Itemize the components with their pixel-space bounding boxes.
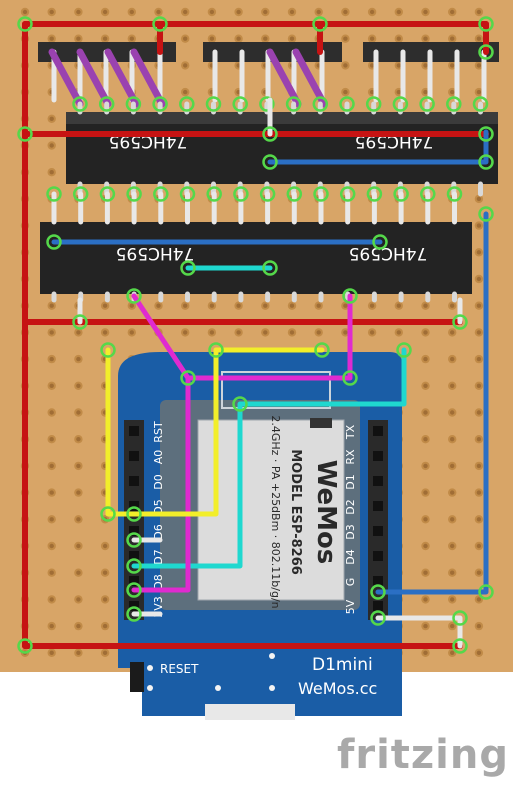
module-pin-left-label: D0 <box>152 474 165 489</box>
module-pin-right-label: TX <box>344 424 357 440</box>
ic-bottom: 74HC595 74HC595 <box>40 222 472 294</box>
module-pin-left-label: D6 <box>152 524 165 539</box>
wemos-d1-mini: WeMos MODEL ESP-8266 2.4GHz · PA +25dBm … <box>118 352 402 720</box>
reset-label: RESET <box>160 662 199 676</box>
module-shield-brand: WeMos <box>311 460 341 565</box>
module-pin-left-label: D8 <box>152 574 165 589</box>
ic-bottom-label-a: 74HC595 <box>116 243 195 263</box>
module-pin-right-label: RX <box>344 449 357 465</box>
module-pin-left-label: D7 <box>152 549 165 564</box>
module-pin-right-label: D4 <box>344 549 357 564</box>
ic-top: 74HC595 74HC595 <box>66 112 498 184</box>
module-shield-specs: 2.4GHz · PA +25dBm · 802.11b/g/n <box>269 415 282 608</box>
module-pin-right-label: D2 <box>344 499 357 514</box>
module-shield-model: MODEL ESP-8266 <box>288 449 303 575</box>
module-pin-right-label: 5V <box>344 599 357 614</box>
module-pin-left-label: RST <box>152 421 165 443</box>
module-pin-right-label: D1 <box>344 474 357 489</box>
module-pin-right-label: D3 <box>344 524 357 539</box>
module-pin-left-label: A0 <box>152 450 165 465</box>
circuit-diagram: 74HC595 74HC595 74HC595 74HC595 WeMos MO… <box>0 0 513 720</box>
ic-bottom-label-b: 74HC595 <box>349 243 428 263</box>
board-brand: WeMos.cc <box>298 679 377 698</box>
board-name: D1mini <box>312 655 373 675</box>
module-pin-right-label: G <box>344 578 357 587</box>
fritzing-watermark: fritzing <box>336 732 509 778</box>
